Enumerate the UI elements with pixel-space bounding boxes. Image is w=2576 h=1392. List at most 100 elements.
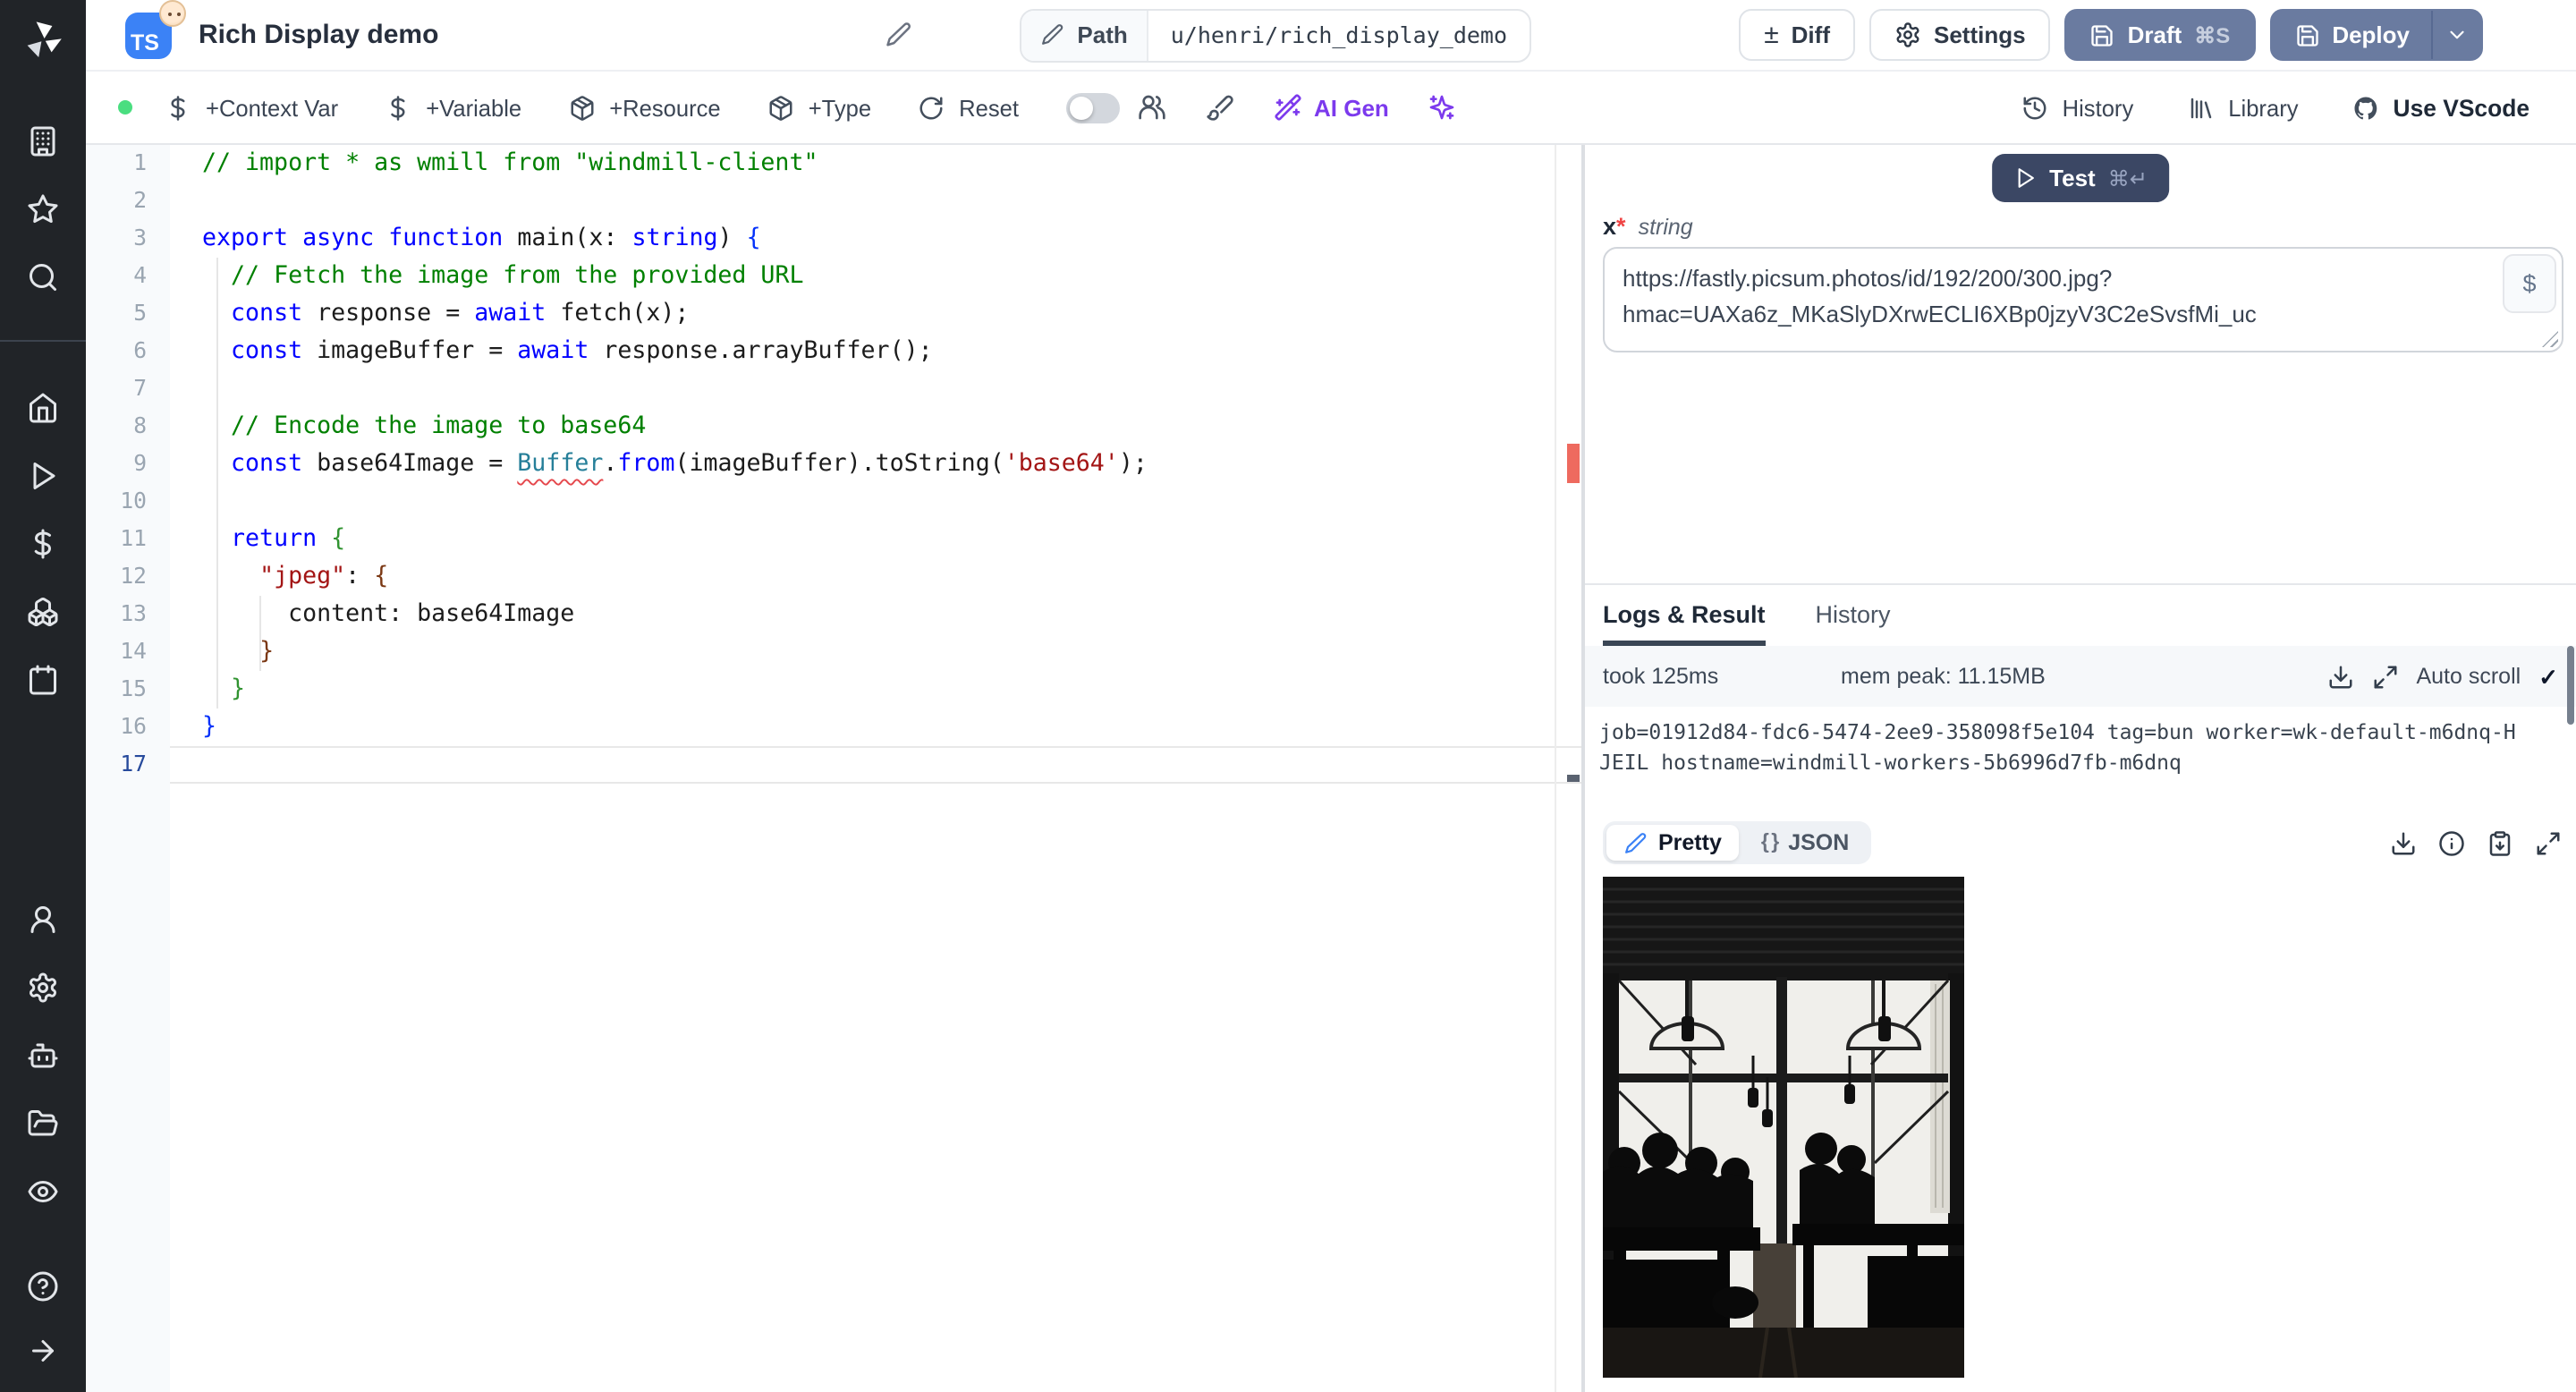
sidebar-item-home[interactable] — [11, 378, 75, 438]
code-line[interactable]: 16} — [86, 709, 1581, 746]
settings-label: Settings — [1934, 21, 2026, 48]
chevron-down-icon[interactable] — [2445, 23, 2469, 47]
code-line-text: // import * as wmill from "windmill-clie… — [202, 150, 818, 177]
insert-variable-button[interactable]: $ — [2503, 254, 2556, 313]
sidebar-item-building[interactable] — [11, 111, 75, 172]
users-icon[interactable] — [1137, 93, 1165, 122]
left-sidebar — [0, 0, 86, 1392]
code-line[interactable]: 3 export async function main(x: string) { — [86, 220, 1581, 258]
sidebar-lower-group — [11, 889, 75, 1222]
sidebar-item-settings[interactable] — [11, 957, 75, 1018]
sidebar-item-user[interactable] — [11, 889, 75, 950]
code-line[interactable]: 2 — [86, 182, 1581, 220]
sidebar-item-play[interactable] — [11, 446, 75, 506]
tab-logs-result[interactable]: Logs & Result — [1603, 601, 1766, 646]
code-line[interactable]: 15 } — [86, 671, 1581, 709]
sidebar-item-eye[interactable] — [11, 1161, 75, 1222]
plus-minus-icon: ± — [1764, 20, 1779, 50]
sidebar-item-boxes[interactable] — [11, 581, 75, 642]
argument-input[interactable]: https://fastly.picsum.photos/id/192/200/… — [1603, 247, 2563, 352]
code-line-text: "jpeg": { — [259, 564, 389, 590]
ai-gen-button[interactable]: AI Gen — [1273, 93, 1389, 122]
path-field[interactable]: Path u/henri/rich_display_demo — [1020, 8, 1531, 62]
code-line[interactable]: 9 const base64Image = Buffer.from(imageB… — [86, 446, 1581, 483]
expand-result-icon[interactable] — [2535, 829, 2562, 856]
toolbar-button-context-var[interactable]: +Context Var — [165, 94, 338, 121]
auto-scroll-check-icon[interactable]: ✓ — [2538, 665, 2558, 688]
tab-history[interactable]: History — [1816, 601, 1891, 646]
test-shortcut: ⌘↵ — [2107, 166, 2148, 191]
code-line[interactable]: 1 // import * as wmill from "windmill-cli… — [86, 145, 1581, 182]
toolbar-button-library[interactable]: Library — [2187, 94, 2299, 121]
copy-result-icon[interactable] — [2487, 829, 2513, 856]
sidebar-item-star[interactable] — [11, 179, 75, 240]
settings-button[interactable]: Settings — [1869, 9, 2051, 61]
history-label: History — [2062, 94, 2134, 121]
result-section: Pretty { } JSON — [1603, 821, 2562, 1378]
sidebar-item-search[interactable] — [11, 247, 75, 308]
code-line[interactable]: 14 } — [86, 633, 1581, 671]
panel-scrollbar[interactable] — [2567, 646, 2574, 725]
edit-title-icon[interactable] — [886, 21, 912, 48]
code-line[interactable]: 17 — [86, 746, 1581, 784]
baby-emoji-icon — [159, 0, 186, 26]
toolbar-button-reset[interactable]: Reset — [918, 94, 1019, 121]
view-pretty-button[interactable]: Pretty — [1606, 825, 1740, 861]
argument-value[interactable]: https://fastly.picsum.photos/id/192/200/… — [1605, 249, 2562, 346]
toggle-track[interactable] — [1065, 92, 1119, 123]
code-line-text: } — [231, 676, 246, 703]
toolbar-button-type[interactable]: +Type — [767, 94, 871, 121]
sidebar-item-folder-open[interactable] — [11, 1093, 75, 1154]
sidebar-item-arrow-right[interactable] — [11, 1320, 75, 1381]
expand-logs-icon[interactable] — [2371, 663, 2398, 690]
test-button[interactable]: Test ⌘↵ — [1992, 154, 2169, 202]
sidebar-item-calendar[interactable] — [11, 649, 75, 710]
toolbar-button-variable[interactable]: +Variable — [385, 94, 521, 121]
toolbar-button-resource[interactable]: +Resource — [568, 94, 721, 121]
toolbar-button-history[interactable]: History — [2021, 94, 2134, 121]
library-label: Library — [2228, 94, 2299, 121]
toggle-knob — [1069, 96, 1092, 119]
sidebar-item-dollar[interactable] — [11, 514, 75, 574]
home-icon — [27, 392, 59, 424]
code-editor[interactable]: 1 // import * as wmill from "windmill-cli… — [86, 145, 1581, 1392]
sidebar-item-help-circle[interactable] — [11, 1256, 75, 1317]
auto-scroll-label[interactable]: Auto scroll — [2416, 664, 2521, 689]
settings-icon — [27, 972, 59, 1004]
code-line[interactable]: 7 — [86, 370, 1581, 408]
ai-gen-label: AI Gen — [1314, 94, 1389, 121]
download-result-icon[interactable] — [2390, 829, 2417, 856]
code-line[interactable]: 4 // Fetch the image from the provided U… — [86, 258, 1581, 295]
code-line[interactable]: 10 — [86, 483, 1581, 521]
code-line[interactable]: 8 // Encode the image to base64 — [86, 408, 1581, 446]
code-line[interactable]: 13 content: base64Image — [86, 596, 1581, 633]
code-line[interactable]: 5 const response = await fetch(x); — [86, 295, 1581, 333]
code-line[interactable]: 6 const imageBuffer = await response.arr… — [86, 333, 1581, 370]
required-asterisk: * — [1616, 213, 1626, 240]
run-duration: took 125ms — [1603, 664, 1719, 689]
path-label: Path — [1077, 21, 1128, 48]
sidebar-divider — [0, 340, 86, 342]
sparkles-icon[interactable] — [1428, 93, 1457, 122]
windmill-logo[interactable] — [21, 4, 64, 75]
path-value: u/henri/rich_display_demo — [1170, 21, 1508, 48]
line-number: 4 — [133, 263, 147, 288]
draft-button[interactable]: Draft ⌘S — [2064, 9, 2256, 61]
diff-mode-toggle[interactable] — [1065, 92, 1119, 123]
brush-icon[interactable] — [1205, 93, 1233, 122]
resource-label: +Resource — [609, 94, 721, 121]
deploy-button[interactable]: Deploy — [2269, 9, 2483, 61]
code-line-text: // Fetch the image from the provided URL — [231, 263, 804, 290]
toolbar-button-use-vscode[interactable]: Use VScode — [2352, 94, 2529, 121]
code-line-text: } — [202, 714, 217, 741]
code-line[interactable]: 11 return { — [86, 521, 1581, 558]
info-icon[interactable] — [2438, 829, 2465, 856]
dollar-icon — [385, 94, 411, 121]
diff-button[interactable]: ± Diff — [1739, 9, 1855, 61]
error-marker — [1567, 444, 1580, 483]
code-line[interactable]: 12 "jpeg": { — [86, 558, 1581, 596]
download-logs-icon[interactable] — [2326, 663, 2353, 690]
run-stats-bar: took 125ms mem peak: 11.15MB Auto scroll… — [1585, 646, 2576, 707]
view-json-button[interactable]: { } JSON — [1743, 825, 1867, 861]
sidebar-item-bot[interactable] — [11, 1025, 75, 1086]
